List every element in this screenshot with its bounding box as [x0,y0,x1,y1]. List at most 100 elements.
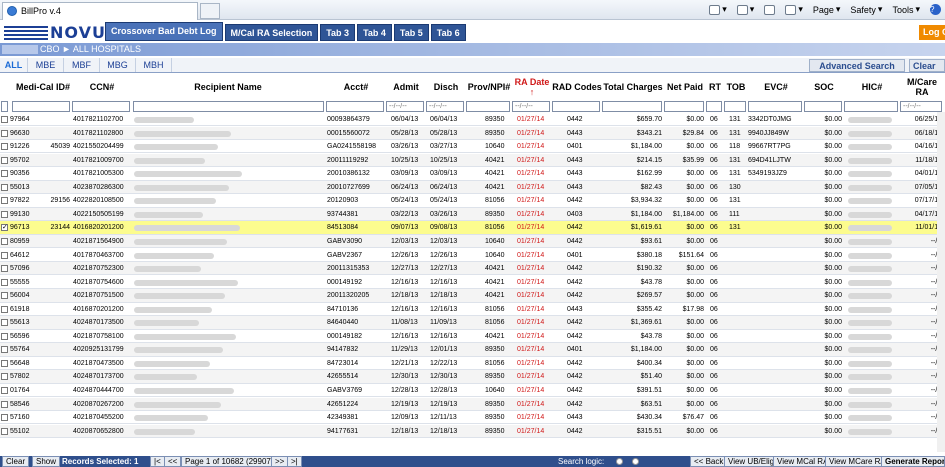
filter-tab-mbf[interactable]: MBF [64,58,100,72]
logout-button[interactable]: Log Out [919,25,945,40]
browser-tab[interactable]: BillPro v.4 [2,1,198,20]
filter-admit[interactable] [386,101,424,112]
row-checkbox[interactable] [1,278,8,286]
filter-soc[interactable] [804,101,842,112]
table-row[interactable]: 56004 4021870751500 20011320205 12/18/13 12/… [0,289,945,303]
search-logic-or-radio[interactable] [632,458,639,465]
table-row[interactable]: 55613 4024870173500 84640440 11/08/13 11/09/… [0,316,945,330]
view-ub-elig-button[interactable]: View UB/Elig [724,456,779,467]
row-checkbox[interactable] [1,237,8,245]
col-header-medical-id[interactable]: Medi-Cal ID# [14,74,72,100]
row-checkbox[interactable] [1,400,8,408]
tab-5[interactable]: Tab 5 [393,24,429,41]
row-checkbox[interactable] [1,292,8,300]
row-checkbox[interactable] [1,129,8,137]
table-row[interactable]: 55102 4020870652800 94177631 12/18/13 12/18/… [0,424,945,439]
row-checkbox[interactable] [1,210,8,218]
advanced-search-button[interactable]: Advanced Search [809,59,905,72]
filter-hic[interactable] [844,101,898,112]
tab-3[interactable]: Tab 3 [320,24,356,41]
col-header-soc[interactable]: SOC [804,74,844,100]
filter-prov-npi[interactable] [466,101,510,112]
col-header-tob[interactable]: TOB [724,74,748,100]
table-row[interactable]: 55764 4020925131799 94147832 11/29/13 12/01/… [0,343,945,357]
filter-ra-date[interactable] [512,101,550,112]
table-row[interactable]: 55013 4023870286300 20010727699 06/24/13 06/… [0,180,945,195]
filter-rt[interactable] [706,101,722,112]
row-checkbox[interactable] [1,387,8,394]
tab-6[interactable]: Tab 6 [430,24,466,41]
row-checkbox[interactable] [1,346,8,354]
table-row[interactable]: 97964 4017821102700 00093864379 06/04/13 06/… [0,113,945,127]
col-header-evc[interactable]: EVC# [748,74,804,100]
view-mcal-ra-button[interactable]: View MCal RA [773,456,833,467]
row-checkbox[interactable] [1,305,8,313]
next-page-button[interactable]: >> [271,456,289,467]
filter-acct[interactable] [326,101,384,112]
row-checkbox[interactable]: ✓ [1,224,8,232]
table-row[interactable]: 57160 4021870455200 42349381 12/09/13 12/11/… [0,411,945,425]
back-button[interactable]: << Back [690,456,728,467]
clear-button[interactable]: Clear [2,456,30,467]
row-checkbox[interactable] [1,170,8,178]
table-row[interactable]: 96630 4017821102800 00015560072 05/28/13 05/… [0,126,945,140]
last-page-button[interactable]: >| [287,456,302,467]
tab-mcal-ra-selection[interactable]: M/Cal RA Selection [224,24,319,41]
filter-tab-mbg[interactable]: MBG [100,58,136,72]
help-icon[interactable]: ? [930,4,941,15]
filter-net-paid[interactable] [664,101,704,112]
clear-filters-button[interactable]: Clear [909,59,945,72]
col-header-ra-date[interactable]: RA Date ↑ [512,74,552,100]
table-row[interactable]: 64612 4017870463700 GABV2367 12/26/13 12/26/… [0,249,945,262]
row-checkbox[interactable] [1,183,8,191]
new-tab-button[interactable] [200,2,220,19]
col-header-prov-npi[interactable]: Prov/NPI# [466,74,512,100]
table-row[interactable]: 97822 29156 4022820108500 20120903 05/24/13 0… [0,194,945,208]
mail-button[interactable] [764,4,776,15]
prev-page-button[interactable]: << [164,456,182,467]
row-checkbox[interactable] [1,373,8,381]
filter-disch[interactable] [426,101,464,112]
table-row[interactable]: 57802 4024870173700 42655514 12/30/13 12/30/… [0,370,945,384]
col-header-total-charges[interactable]: Total Charges [602,74,664,100]
row-checkbox[interactable] [1,251,8,259]
col-header-ccn[interactable]: CCN# [72,74,132,100]
page-menu[interactable]: Page ▾ [813,4,841,15]
row-checkbox[interactable] [1,143,8,151]
table-row[interactable]: 58546 4020870267200 42651224 12/19/13 12/19/… [0,397,945,411]
table-row[interactable]: 99130 4022150505199 93744381 03/22/13 03/26/… [0,207,945,222]
grid-scrollbar[interactable] [937,112,945,452]
tab-crossover-bad-debt-log[interactable]: Crossover Bad Debt Log [105,22,223,41]
col-header-acct[interactable]: Acct# [326,74,386,100]
row-checkbox[interactable] [1,116,8,123]
filter-total-charges[interactable] [602,101,662,112]
col-header-hic[interactable]: HIC# [844,74,900,100]
col-header-mcare-ra[interactable]: M/Care RA [900,74,944,100]
row-checkbox[interactable] [1,197,8,205]
tools-menu[interactable]: Tools ▾ [892,4,920,15]
table-row[interactable]: ✓ 96713 23144 4016820201200 84513084 09/07/13… [0,221,945,235]
show-button[interactable]: Show [32,456,61,467]
table-row[interactable]: 57096 4021870752300 20011315353 12/27/13 12/… [0,262,945,276]
row-checkbox[interactable] [1,427,8,435]
col-header-recipient-name[interactable]: Recipient Name [132,74,324,100]
tab-4[interactable]: Tab 4 [357,24,392,41]
table-row[interactable]: 55555 4021870754600 000149192 12/16/13 12/16… [0,276,945,289]
filter-tab-all[interactable]: ALL [0,58,28,72]
filter-rad-codes[interactable] [552,101,600,112]
home-button[interactable]: ▾ [709,4,727,15]
col-header-disch[interactable]: Disch [426,74,466,100]
table-row[interactable]: 80959 4021871564900 GABV3090 12/03/13 12/03/… [0,234,945,249]
select-all-checkbox[interactable] [1,101,8,112]
table-row[interactable]: 90356 4017821005300 20010386132 03/09/13 03/… [0,167,945,181]
safety-menu[interactable]: Safety ▾ [850,4,882,15]
search-logic-and-radio[interactable] [616,458,623,465]
filter-tob[interactable] [724,101,746,112]
table-row[interactable]: 95702 4017821009700 20011119292 10/25/13 10/… [0,153,945,168]
filter-mcare-ra[interactable] [900,101,942,112]
first-page-button[interactable]: |< [150,456,165,467]
col-header-rad-codes[interactable]: RAD Codes [552,74,602,100]
row-checkbox[interactable] [1,332,8,340]
filter-evc[interactable] [748,101,802,112]
filter-medical-id[interactable] [12,101,70,112]
